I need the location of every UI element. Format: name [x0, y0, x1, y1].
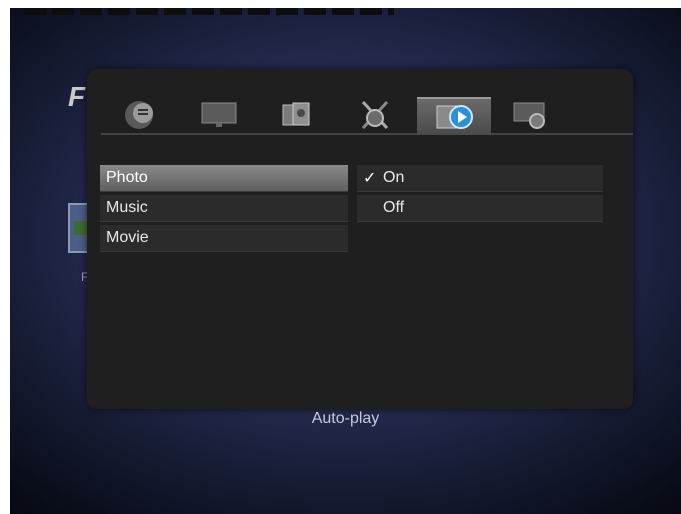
- tab-system[interactable]: [501, 97, 561, 133]
- tab-general[interactable]: [111, 97, 171, 133]
- thumbnail-image: [74, 221, 88, 235]
- tools-gear-icon: [361, 100, 389, 130]
- menu-item-photo[interactable]: Photo: [100, 165, 348, 192]
- monitor-icon: [201, 102, 237, 127]
- tv-screen: F F Photo Music Movie ✓ On Off Auto-play: [10, 8, 681, 514]
- speech-bubble-icon: [125, 101, 153, 129]
- option-off[interactable]: Off: [357, 195, 603, 222]
- option-off-label: Off: [383, 199, 405, 216]
- option-on-label: On: [383, 169, 405, 186]
- tab-media[interactable]: [417, 97, 491, 135]
- menu-item-music[interactable]: Music: [100, 195, 348, 222]
- system-gear-icon: [513, 102, 545, 129]
- top-dashes: [24, 8, 394, 15]
- option-list: ✓ On Off: [357, 165, 603, 225]
- tab-underline: [101, 133, 633, 135]
- setting-title: Auto-play: [311, 410, 380, 427]
- settings-tabs: [101, 97, 633, 147]
- tab-photo[interactable]: [267, 97, 327, 133]
- photo-frames-icon: [282, 102, 310, 126]
- background-logo: F: [68, 81, 86, 112]
- tab-display[interactable]: [189, 97, 249, 133]
- media-play-icon: [436, 105, 473, 129]
- category-list: Photo Music Movie: [100, 165, 348, 255]
- settings-panel: Photo Music Movie ✓ On Off: [87, 69, 633, 409]
- checkmark-icon: ✓: [363, 170, 377, 187]
- menu-item-movie[interactable]: Movie: [100, 225, 348, 252]
- option-on[interactable]: ✓ On: [357, 165, 603, 192]
- tab-tools[interactable]: [345, 97, 405, 133]
